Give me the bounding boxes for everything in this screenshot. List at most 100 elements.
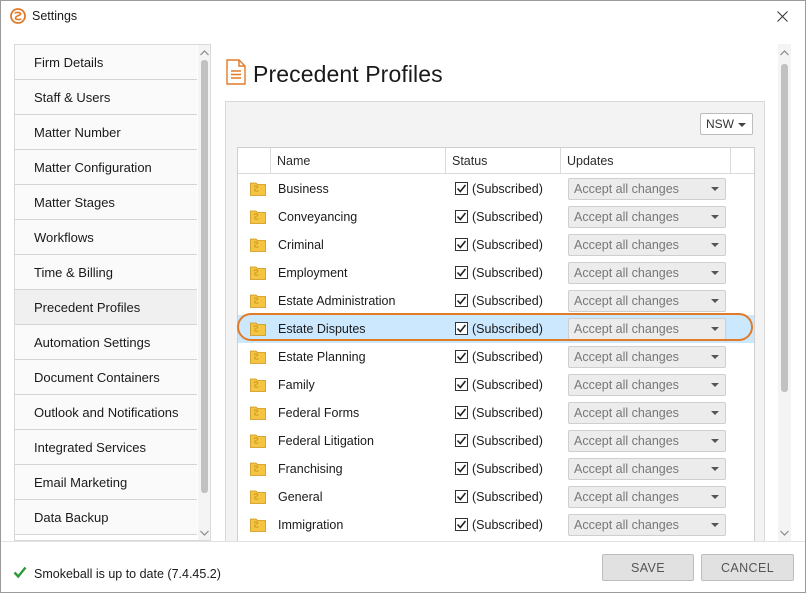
subscribed-checkbox[interactable] — [455, 462, 468, 475]
updates-select-value: Accept all changes — [574, 266, 679, 280]
table-row[interactable]: Business (Subscribed) Accept all changes — [238, 175, 754, 203]
scroll-down-arrow-icon[interactable] — [200, 528, 209, 537]
chevron-down-icon — [711, 327, 719, 331]
updates-select[interactable]: Accept all changes — [568, 514, 726, 536]
updates-select[interactable]: Accept all changes — [568, 206, 726, 228]
table-row[interactable]: General (Subscribed) Accept all changes — [238, 483, 754, 511]
sidebar-item-workflows[interactable]: Workflows — [15, 220, 197, 255]
sidebar-item-staff-users[interactable]: Staff & Users — [15, 80, 197, 115]
updates-select[interactable]: Accept all changes — [568, 486, 726, 508]
updates-select[interactable]: Accept all changes — [568, 262, 726, 284]
updates-select[interactable]: Accept all changes — [568, 458, 726, 480]
sidebar-item-time-billing[interactable]: Time & Billing — [15, 255, 197, 290]
subscribed-checkbox[interactable] — [455, 490, 468, 503]
table-row[interactable]: Franchising (Subscribed) Accept all change… — [238, 455, 754, 483]
profile-name: Criminal — [278, 238, 324, 252]
table-row[interactable]: Estate Disputes (Subscribed) Accept all ch… — [238, 315, 754, 343]
profile-name: Estate Planning — [278, 350, 366, 364]
scroll-up-arrow-icon[interactable] — [200, 48, 209, 57]
table-row[interactable]: Estate Planning (Subscribed) Accept all ch… — [238, 343, 754, 371]
sidebar-item-integrated-services[interactable]: Integrated Services — [15, 430, 197, 465]
profile-name: Franchising — [278, 462, 343, 476]
folder-icon — [250, 462, 266, 476]
table-row[interactable]: Conveyancing (Subscribed) Accept all chang… — [238, 203, 754, 231]
sidebar-item-email-marketing[interactable]: Email Marketing — [15, 465, 197, 500]
save-button[interactable]: SAVE — [602, 554, 694, 581]
subscribed-checkbox[interactable] — [455, 182, 468, 195]
sidebar-item-document-containers[interactable]: Document Containers — [15, 360, 197, 395]
main-scroll-thumb[interactable] — [781, 64, 788, 392]
folder-icon — [250, 294, 266, 308]
sidebar-item-matter-configuration[interactable]: Matter Configuration — [15, 150, 197, 185]
checkmark-icon — [456, 240, 467, 249]
checkmark-icon — [456, 520, 467, 529]
table-row[interactable]: Criminal (Subscribed) Accept all changes — [238, 231, 754, 259]
folder-icon — [250, 378, 266, 392]
subscription-status: (Subscribed) — [472, 266, 543, 280]
update-status-text: Smokeball is up to date (7.4.45.2) — [34, 567, 221, 581]
sidebar-item-matter-number[interactable]: Matter Number — [15, 115, 197, 150]
window-title: Settings — [32, 9, 78, 23]
folder-icon — [250, 322, 266, 336]
sidebar-item-outlook-notifications[interactable]: Outlook and Notifications — [15, 395, 197, 430]
sidebar-item-firm-details[interactable]: Firm Details — [15, 45, 197, 80]
profile-name: Estate Administration — [278, 294, 396, 308]
folder-icon — [250, 490, 266, 504]
column-header-status[interactable]: Status — [446, 148, 561, 174]
sidebar-scroll-thumb[interactable] — [201, 60, 208, 493]
sidebar-item-precedent-profiles[interactable]: Precedent Profiles — [15, 290, 197, 325]
checkmark-icon — [13, 566, 27, 579]
column-header-name[interactable]: Name — [271, 148, 446, 174]
sidebar-item-automation-settings[interactable]: Automation Settings — [15, 325, 197, 360]
table-row[interactable]: Immigration (Subscribed) Accept all change… — [238, 511, 754, 539]
subscribed-checkbox[interactable] — [455, 238, 468, 251]
updates-select[interactable]: Accept all changes — [568, 430, 726, 452]
table-row[interactable]: Estate Administration (Subscribed) Accept … — [238, 287, 754, 315]
subscribed-checkbox[interactable] — [455, 294, 468, 307]
sidebar-scrollbar[interactable] — [198, 45, 210, 540]
close-button[interactable] — [759, 1, 805, 32]
chevron-down-icon — [711, 243, 719, 247]
column-header-updates[interactable]: Updates — [561, 148, 731, 174]
chevron-down-icon — [711, 271, 719, 275]
folder-icon — [250, 238, 266, 252]
table-row[interactable]: Federal Litigation (Subscribed) Accept all… — [238, 427, 754, 455]
checkmark-icon — [456, 296, 467, 305]
settings-sidebar: Firm Details Staff & Users Matter Number… — [14, 44, 211, 541]
updates-select[interactable]: Accept all changes — [568, 402, 726, 424]
close-icon — [776, 11, 788, 22]
sidebar-item-matter-stages[interactable]: Matter Stages — [15, 185, 197, 220]
updates-select[interactable]: Accept all changes — [568, 346, 726, 368]
cancel-button[interactable]: CANCEL — [701, 554, 794, 581]
subscribed-checkbox[interactable] — [455, 210, 468, 223]
subscribed-checkbox[interactable] — [455, 322, 468, 335]
subscription-status: (Subscribed) — [472, 182, 543, 196]
subscribed-checkbox[interactable] — [455, 350, 468, 363]
subscribed-checkbox[interactable] — [455, 406, 468, 419]
region-select[interactable]: NSW — [700, 113, 753, 135]
updates-select[interactable]: Accept all changes — [568, 178, 726, 200]
subscribed-checkbox[interactable] — [455, 434, 468, 447]
profile-name: Federal Forms — [278, 406, 360, 420]
checkmark-icon — [456, 464, 467, 473]
main-scrollbar[interactable] — [778, 44, 791, 541]
scroll-down-arrow-icon[interactable] — [780, 528, 789, 537]
updates-select[interactable]: Accept all changes — [568, 290, 726, 312]
updates-select[interactable]: Accept all changes — [568, 374, 726, 396]
checkmark-icon — [456, 380, 467, 389]
checkmark-icon — [456, 268, 467, 277]
subscribed-checkbox[interactable] — [455, 266, 468, 279]
folder-icon — [250, 434, 266, 448]
smokeball-logo-icon — [10, 8, 26, 24]
updates-select[interactable]: Accept all changes — [568, 234, 726, 256]
sidebar-item-data-backup[interactable]: Data Backup — [15, 500, 197, 535]
table-row[interactable]: Family (Subscribed) Accept all changes — [238, 371, 754, 399]
table-row[interactable]: Federal Forms (Subscribed) Accept all chan… — [238, 399, 754, 427]
subscribed-checkbox[interactable] — [455, 378, 468, 391]
updates-select[interactable]: Accept all changes — [568, 318, 726, 340]
subscribed-checkbox[interactable] — [455, 518, 468, 531]
profile-name: General — [278, 490, 323, 504]
scroll-up-arrow-icon[interactable] — [780, 48, 789, 57]
table-row[interactable]: Employment (Subscribed) Accept all changes — [238, 259, 754, 287]
chevron-down-icon — [711, 439, 719, 443]
